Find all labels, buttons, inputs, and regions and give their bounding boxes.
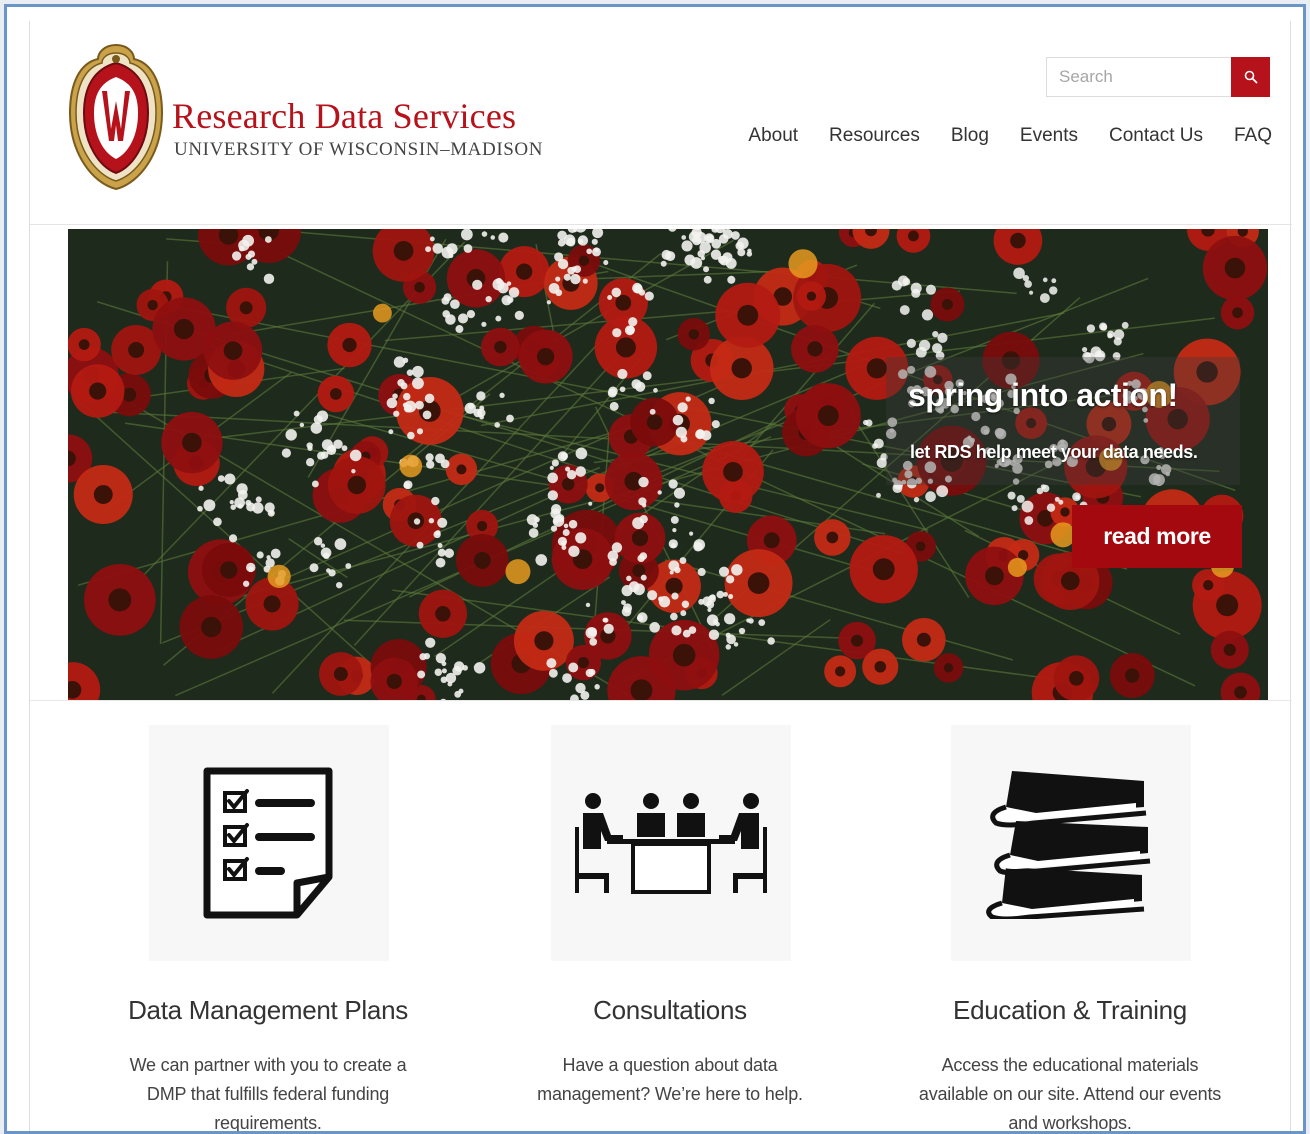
feature-title[interactable]: Education & Training [870, 995, 1270, 1026]
hero-caption: spring into action! let RDS help meet yo… [886, 357, 1240, 485]
feature-icon-box[interactable] [149, 725, 389, 961]
feature-icon-box[interactable] [551, 725, 791, 961]
search-button[interactable] [1231, 57, 1270, 97]
feature-text: Access the educational materials availab… [918, 1055, 1222, 1133]
hero-title: spring into action! [908, 377, 1178, 413]
meeting-icon [575, 793, 767, 894]
checklist-icon [203, 767, 333, 919]
nav-blog[interactable]: Blog [951, 125, 989, 147]
feature-consultations[interactable]: Consultations Have a question about data… [470, 725, 870, 1131]
site-logo[interactable]: Research Data Services UNIVERSITY OF WIS… [68, 43, 568, 193]
feature-title[interactable]: Consultations [470, 995, 870, 1026]
nav-contact-us[interactable]: Contact Us [1109, 125, 1203, 147]
search-input[interactable] [1046, 57, 1231, 97]
uw-crest-icon [68, 43, 164, 191]
section-divider [30, 700, 1292, 701]
nav-events[interactable]: Events [1020, 125, 1078, 147]
feature-data-management-plans[interactable]: Data Management Plans We can partner wit… [68, 725, 468, 1133]
books-icon [986, 771, 1151, 919]
nav-faq[interactable]: FAQ [1234, 125, 1272, 147]
hero-slider: spring into action! let RDS help meet yo… [68, 229, 1268, 700]
browser-frame: Research Data Services UNIVERSITY OF WIS… [4, 4, 1306, 1134]
site-header: Research Data Services UNIVERSITY OF WIS… [30, 21, 1292, 225]
nav-about[interactable]: About [748, 125, 798, 147]
read-more-button[interactable]: read more [1072, 505, 1242, 568]
feature-text: We can partner with you to create a DMP … [129, 1055, 407, 1133]
feature-text: Have a question about data management? W… [537, 1055, 803, 1104]
search-icon [1244, 70, 1257, 84]
search-form [1046, 57, 1270, 97]
page: Research Data Services UNIVERSITY OF WIS… [29, 21, 1292, 1133]
feature-education-training[interactable]: Education & Training Access the educatio… [870, 725, 1270, 1133]
feature-icon-box[interactable] [951, 725, 1191, 961]
nav-resources[interactable]: Resources [829, 125, 920, 147]
brand-title: Research Data Services [172, 96, 517, 136]
main-nav: About Resources Blog Events Contact Us F… [748, 125, 1272, 147]
brand-subtitle: UNIVERSITY OF WISCONSIN–MADISON [174, 139, 544, 160]
feature-title[interactable]: Data Management Plans [68, 995, 468, 1026]
hero-subtitle: let RDS help meet your data needs. [910, 442, 1198, 462]
